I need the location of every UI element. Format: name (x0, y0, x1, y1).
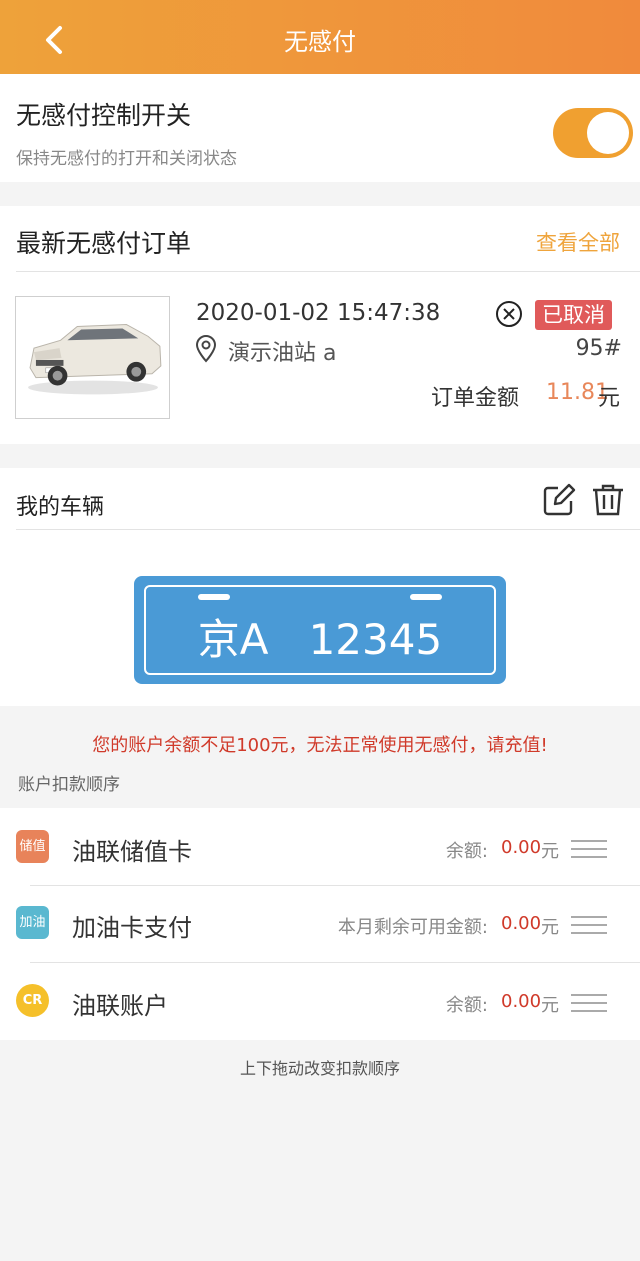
plate-number: 京A 12345 (197, 615, 443, 664)
vehicle-title: 我的车辆 (16, 495, 105, 520)
app-header: 无感付 (0, 0, 640, 74)
license-plate[interactable]: 京A 12345 (134, 576, 506, 684)
balance-value: 0.00 (501, 991, 542, 1012)
amount-label: 订单金额 (431, 386, 520, 411)
station-name: 演示油站 a (228, 341, 337, 366)
stored-value-icon: 储值 (16, 830, 49, 863)
balance-unit: 元 (541, 841, 559, 862)
drag-hint: 上下拖动改变扣款顺序 (239, 1059, 400, 1078)
drag-handle-icon[interactable] (571, 994, 607, 1012)
balance-label: 余额: (445, 841, 488, 862)
balance-value: 0.00 (501, 837, 542, 858)
cr-account-icon: CR (16, 984, 49, 1017)
payment-name: 加油卡支付 (72, 914, 192, 942)
amount-unit: 元 (598, 386, 621, 411)
deduction-order-label: 账户扣款顺序 (18, 775, 120, 795)
fuel-card-icon: 加油 (16, 906, 49, 939)
balance-value: 0.00 (501, 913, 542, 934)
switch-title: 无感付控制开关 (16, 101, 192, 130)
page-title: 无感付 (284, 28, 356, 56)
balance-label: 本月剩余可用金额: (337, 917, 488, 938)
payless-toggle[interactable] (553, 108, 633, 158)
divider (16, 529, 640, 530)
order-time: 2020-01-02 15:47:38 (196, 300, 441, 326)
edit-icon[interactable] (542, 483, 576, 517)
cancel-circle-icon (496, 301, 522, 327)
fuel-type: 95# (575, 336, 622, 361)
balance-label: 余额: (445, 995, 488, 1016)
drag-handle-icon[interactable] (571, 840, 607, 858)
car-icon (28, 324, 162, 395)
location-pin-icon (195, 335, 217, 363)
trash-icon[interactable] (591, 483, 625, 517)
status-badge: 已取消 (535, 300, 612, 330)
payment-row-card[interactable]: 储值 油联储值卡 余额: 0.00 元 (0, 808, 640, 885)
balance-unit: 元 (541, 917, 559, 938)
balance-warning: 您的账户余额不足100元，无法正常使用无感付，请充值! (92, 735, 548, 756)
payment-name: 油联账户 (72, 992, 168, 1020)
payment-row-account[interactable]: CR 油联账户 余额: 0.00 元 (0, 962, 640, 1039)
plate-bolt (198, 594, 230, 600)
payment-row-fuel-card[interactable]: 加油 加油卡支付 本月剩余可用金额: 0.00 元 (0, 885, 640, 962)
switch-description: 保持无感付的打开和关闭状态 (16, 149, 237, 169)
divider (16, 271, 640, 272)
plate-bolt (410, 594, 442, 600)
car-image[interactable] (15, 296, 170, 419)
payment-name: 油联储值卡 (72, 838, 192, 866)
view-all-link[interactable]: 查看全部 (536, 227, 620, 257)
balance-unit: 元 (541, 995, 559, 1016)
toggle-knob (587, 112, 629, 154)
orders-title: 最新无感付订单 (16, 229, 192, 258)
drag-handle-icon[interactable] (571, 916, 607, 934)
